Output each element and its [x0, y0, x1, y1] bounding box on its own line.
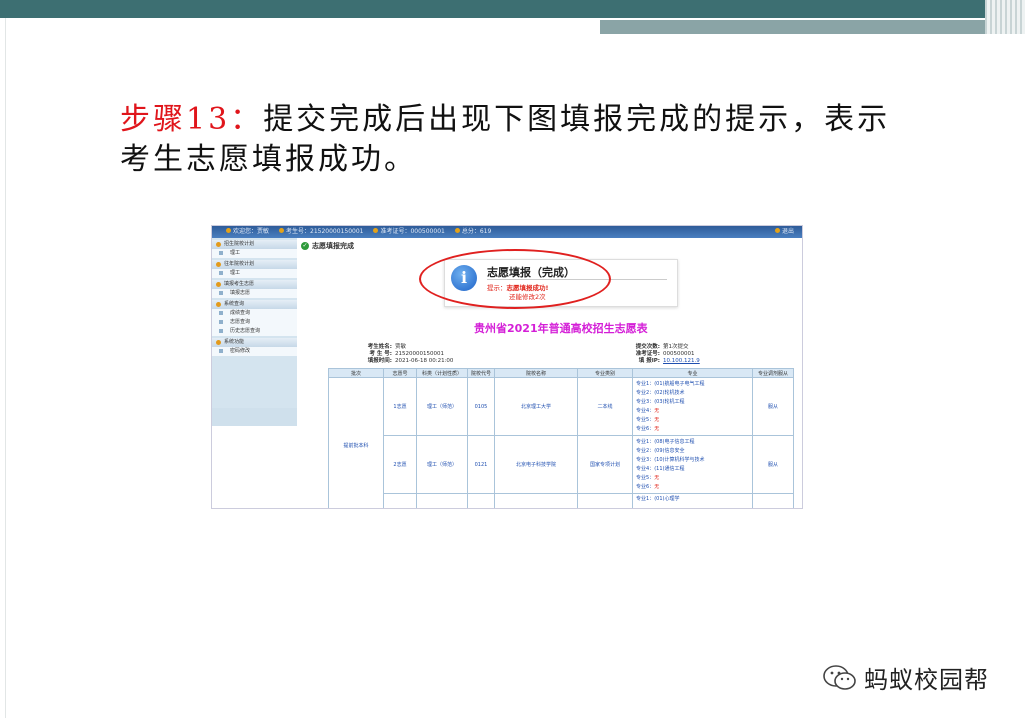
sidebar-item-fill[interactable]: 填报志愿	[212, 289, 297, 298]
sidebar-item-plan-science[interactable]: 理工	[212, 249, 297, 258]
col-category: 科类（计划性质）	[416, 368, 468, 378]
category-cell	[416, 493, 468, 508]
table-row: 提前批本科 1志愿 理工（师范） 0105 北京理工大学 二本线 专业1：(01…	[328, 377, 794, 508]
choice-table: 批次 志愿号 科类（计划性质） 院校代号 院校名称 专业类别 专业 专业调剂服从…	[328, 368, 794, 508]
col-major-type: 专业类别	[577, 368, 633, 378]
id-icon	[279, 228, 285, 233]
sidebar-item-history-query[interactable]: 历史志愿查询	[212, 327, 297, 336]
student-name-row: 考生姓名: 贾敏	[367, 344, 407, 350]
major-line: 专业1：(01)航船电子电气工程	[636, 380, 705, 387]
school-code-cell	[467, 493, 495, 508]
check-icon: ✓	[301, 242, 309, 250]
slide-corner-decoration	[985, 0, 1025, 34]
sidebar-group-past-plan[interactable]: 往年院校计划	[212, 260, 297, 269]
welcome-field: 欢迎您：贾敏	[226, 226, 269, 238]
col-batch: 批次	[328, 368, 384, 378]
table-row: 专业1：(01)心理学	[329, 493, 794, 508]
major-line: 专业5：无	[636, 416, 660, 423]
major-line: 专业2：(02)轮机技术	[636, 389, 685, 396]
col-school-code: 院校代号	[467, 368, 495, 378]
sidebar-item-past-science[interactable]: 理工	[212, 269, 297, 278]
watermark-logo: 蚂蚁校园帮	[822, 660, 989, 695]
exam-id-field: 考生号：21520000150001	[279, 226, 363, 238]
slide-title: 步骤13：提交完成后出现下图填报完成的提示，表示考生志愿填报成功。	[120, 100, 900, 180]
user-icon	[226, 228, 231, 233]
page-heading-text: 志愿填报完成	[312, 242, 354, 250]
logout-button[interactable]: 退出	[774, 226, 794, 238]
slide-top-gap	[0, 20, 600, 24]
home-icon	[774, 228, 780, 233]
sidebar: 折叠 招生院校计划 理工 往年院校计划 理工 填报考生志愿 填报志愿 系统查询 …	[212, 238, 297, 426]
submit-count-row: 提交次数: 第1次提交	[635, 344, 689, 350]
table-row: 2志愿 理工（师范） 0121 北京电子科技学院 国家专项计划 专业1：(08)…	[329, 435, 794, 494]
sidebar-group-fill[interactable]: 填报考生志愿	[212, 280, 297, 289]
score-field: 总分：619	[454, 226, 491, 238]
slide-top-bar	[0, 0, 1025, 18]
majors-cell: 专业1：(08)电子信息工程 专业2：(09)信息安全 专业3：(10)计算机科…	[632, 435, 753, 494]
category-cell: 理工（师范）	[416, 377, 468, 436]
fill-ip-row: 填 报IP: 10.100.121.9	[638, 358, 700, 364]
slide-accent-bar	[600, 20, 1025, 34]
major-line: 专业1：(01)心理学	[636, 496, 680, 502]
choice-no-cell	[383, 493, 417, 508]
major-line: 专业6：无	[636, 425, 660, 432]
major-line: 专业3：(10)计算机科学与技术	[636, 456, 705, 463]
page-heading: ✓ 志愿填报完成	[301, 241, 354, 251]
student-id-row: 考 生 号: 21520000150001	[369, 351, 444, 357]
slide-left-edge	[5, 18, 6, 718]
fill-time-row: 填报时间: 2021-06-18 00:21:00	[367, 358, 454, 364]
sidebar-footer	[212, 408, 297, 426]
major-type-cell	[577, 493, 633, 508]
col-adjust: 专业调剂服从	[752, 368, 794, 378]
sidebar-group-query[interactable]: 系统查询	[212, 300, 297, 309]
adjust-cell: 服从	[752, 435, 794, 494]
choice-no-cell: 1志愿	[383, 377, 417, 436]
major-type-cell: 二本线	[577, 377, 633, 436]
highlight-ellipse	[419, 249, 611, 309]
sidebar-item-score-query[interactable]: 成绩查询	[212, 309, 297, 318]
sidebar-item-password[interactable]: 密码修改	[212, 347, 297, 356]
step-label: 步骤13：	[120, 102, 264, 137]
card-icon	[373, 228, 379, 233]
major-line: 专业5：无	[636, 474, 660, 481]
school-name-cell	[494, 493, 578, 508]
admit-id-row: 准考证号: 000500001	[635, 351, 695, 357]
major-type-cell: 国家专项计划	[577, 435, 633, 494]
adjust-cell	[752, 493, 794, 508]
major-line: 专业6：无	[636, 483, 660, 490]
category-cell: 理工（师范）	[416, 435, 468, 494]
school-code-cell: 0121	[467, 435, 495, 494]
major-line: 专业3：(03)轮机工程	[636, 398, 685, 405]
table-header-row: 批次 志愿号 科类（计划性质） 院校代号 院校名称 专业类别 专业 专业调剂服从	[328, 368, 794, 378]
adjust-cell: 服从	[752, 377, 794, 436]
major-line: 专业4：(11)通信工程	[636, 465, 685, 472]
col-major: 专业	[632, 368, 753, 378]
logo-text: 蚂蚁校园帮	[864, 666, 989, 694]
sidebar-group-plan[interactable]: 招生院校计划	[212, 240, 297, 249]
choice-no-cell: 2志愿	[383, 435, 417, 494]
major-line: 专业2：(09)信息安全	[636, 447, 685, 454]
form-title: 贵州省2021年普通高校招生志愿表	[474, 322, 648, 335]
wechat-icon	[823, 664, 856, 690]
col-choice-no: 志愿号	[383, 368, 417, 378]
school-code-cell: 0105	[467, 377, 495, 436]
majors-cell: 专业1：(01)航船电子电气工程 专业2：(02)轮机技术 专业3：(03)轮机…	[632, 377, 753, 436]
admit-id-field: 准考证号：000500001	[373, 226, 445, 238]
student-info-left: 考生姓名: 贾敏 考 生 号: 21520000150001 填报时间: 2021-0…	[354, 344, 454, 365]
student-info-right: 提交次数: 第1次提交 准考证号: 000500001 填 报IP: 10.100.1…	[622, 344, 700, 365]
batch-cell: 提前批本科	[328, 377, 384, 508]
app-top-bar: 欢迎您：贾敏 考生号：21520000150001 准考证号：000500001…	[212, 226, 802, 238]
school-name-cell: 北京理工大学	[494, 377, 578, 436]
score-icon	[454, 228, 460, 233]
majors-cell: 专业1：(01)心理学	[632, 493, 753, 508]
col-school-name: 院校名称	[494, 368, 578, 378]
major-line: 专业4：无	[636, 407, 660, 414]
school-name-cell: 北京电子科技学院	[494, 435, 578, 494]
embedded-screenshot: 欢迎您：贾敏 考生号：21520000150001 准考证号：000500001…	[211, 225, 803, 509]
major-line: 专业1：(08)电子信息工程	[636, 438, 695, 445]
sidebar-group-system[interactable]: 系统功能	[212, 338, 297, 347]
sidebar-item-choice-query[interactable]: 志愿查询	[212, 318, 297, 327]
